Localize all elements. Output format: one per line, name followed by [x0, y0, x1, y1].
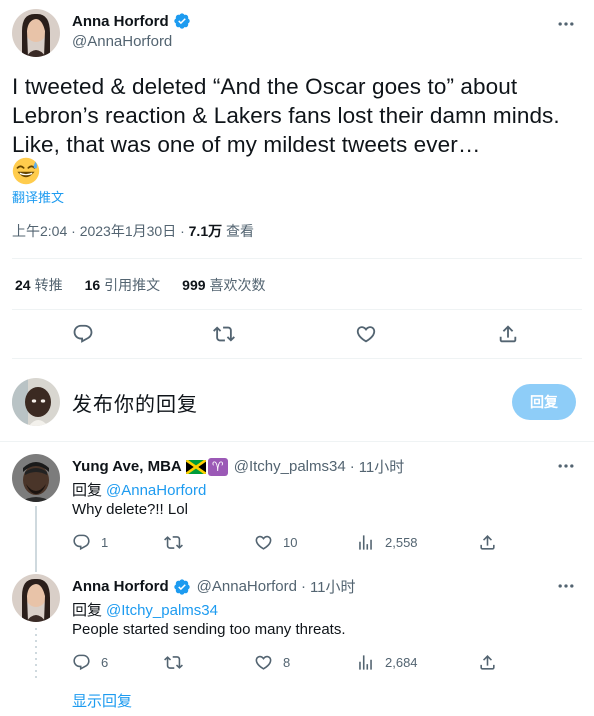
thread-line — [35, 562, 37, 572]
tweet-text: I tweeted & deleted “And the Oscar goes … — [12, 74, 560, 157]
reply-header: Yung Ave, MBA ♈ @Itchy_palms34 · 11小时 — [72, 456, 404, 477]
reply-button[interactable]: 回复 — [512, 384, 576, 420]
reply-actions: 6 8 2,684 — [72, 653, 502, 673]
replying-to: 回复 @AnnaHorford — [72, 479, 206, 500]
retweets-count: 24 — [15, 277, 31, 293]
retweet-button[interactable] — [164, 533, 183, 552]
jamaica-flag-icon — [185, 459, 206, 474]
retweet-icon — [164, 536, 183, 549]
quotes-label: 引用推文 — [104, 277, 161, 293]
reply-icon — [73, 534, 90, 551]
like-button[interactable]: 10 — [254, 533, 297, 552]
author-name-text[interactable]: Anna Horford — [72, 13, 169, 30]
retweets-stat[interactable]: 24 转推 — [15, 275, 63, 295]
more-options-icon[interactable] — [556, 456, 576, 476]
replying-to: 回复 @Itchy_palms34 — [72, 599, 218, 620]
likes-label: 喜欢次数 — [209, 277, 266, 293]
show-replies-link[interactable]: 显示回复 — [72, 690, 132, 711]
thread-line — [35, 506, 37, 564]
share-icon — [480, 655, 495, 670]
reply-time[interactable]: 11小时 — [310, 576, 356, 597]
author-avatar[interactable] — [12, 9, 60, 57]
retweets-label: 转推 — [34, 277, 63, 293]
reply-count-button[interactable]: 1 — [72, 533, 108, 552]
reply-author-name[interactable]: Anna Horford — [72, 578, 169, 595]
views-label: 查看 — [222, 223, 254, 239]
author-handle[interactable]: @AnnaHorford — [72, 33, 172, 50]
reply-author-handle[interactable]: @Itchy_palms34 — [234, 458, 346, 475]
retweet-button[interactable] — [164, 653, 183, 672]
divider — [12, 358, 582, 359]
views-chart-icon — [359, 655, 372, 670]
likes-stat[interactable]: 999 喜欢次数 — [182, 275, 265, 295]
reply-author-avatar[interactable] — [12, 454, 60, 502]
reply-count-button[interactable]: 6 — [72, 653, 108, 672]
views-button[interactable]: 2,684 — [356, 653, 418, 672]
tweet-meta: 上午2:04 · 2023年1月30日 · 7.1万 查看 — [12, 221, 254, 241]
replying-to-label: 回复 — [72, 602, 103, 619]
reply-time[interactable]: 11小时 — [359, 456, 405, 477]
reply-input[interactable]: 发布你的回复 — [72, 388, 198, 417]
replying-to-label: 回复 — [72, 482, 103, 499]
like-count: 10 — [283, 535, 298, 550]
tweet-stats: 24 转推 16 引用推文 999 喜欢次数 — [15, 275, 266, 295]
like-icon — [255, 655, 272, 670]
reply-icon[interactable] — [72, 323, 94, 345]
reply-tweet[interactable]: Anna Horford @AnnaHorford · 11小时 回复 @Itch… — [0, 562, 594, 682]
divider — [12, 258, 582, 259]
more-options-icon[interactable] — [556, 14, 576, 34]
reply-header: Anna Horford @AnnaHorford · 11小时 — [72, 576, 356, 597]
verified-badge-icon — [173, 578, 191, 596]
tweet-actions — [0, 320, 594, 348]
tweet-timestamp[interactable]: 上午2:04 · 2023年1月30日 · — [12, 223, 189, 239]
author-name[interactable]: Anna Horford — [72, 12, 191, 30]
views-button[interactable]: 2,558 — [356, 533, 418, 552]
sweat-smile-emoji-icon — [12, 157, 40, 185]
like-button[interactable]: 8 — [254, 653, 290, 672]
likes-count: 999 — [182, 277, 206, 293]
thread-dots — [35, 628, 37, 680]
reply-icon — [73, 654, 90, 671]
reply-text: People started sending too many threats. — [72, 621, 346, 638]
divider — [12, 309, 582, 310]
replying-to-handle[interactable]: @Itchy_palms34 — [106, 602, 218, 619]
reply-author-name[interactable]: Yung Ave, MBA — [72, 458, 182, 475]
retweet-icon[interactable] — [213, 323, 235, 345]
reply-actions: 1 10 2,558 — [72, 533, 502, 553]
separator-dot: · — [300, 578, 306, 595]
replying-to-handle[interactable]: @AnnaHorford — [106, 482, 206, 499]
like-count: 8 — [283, 655, 291, 670]
share-icon[interactable] — [497, 323, 519, 345]
views-chart-icon — [359, 535, 372, 550]
reply-text: Why delete?!! Lol — [72, 501, 188, 518]
views-count: 2,684 — [385, 655, 418, 670]
quotes-count: 16 — [84, 277, 101, 293]
views-count: 7.1万 — [188, 223, 223, 239]
views-count: 2,558 — [385, 535, 418, 550]
reply-tweet[interactable]: Yung Ave, MBA ♈ @Itchy_palms34 · 11小时 回复… — [0, 442, 594, 564]
reply-author-handle[interactable]: @AnnaHorford — [197, 578, 297, 595]
reply-author-avatar[interactable] — [12, 574, 60, 622]
retweet-icon — [164, 656, 183, 669]
reply-count: 6 — [101, 655, 109, 670]
current-user-avatar[interactable] — [12, 378, 60, 426]
more-options-icon[interactable] — [556, 576, 576, 596]
reply-count: 1 — [101, 535, 109, 550]
like-icon — [255, 535, 272, 550]
share-icon — [480, 535, 495, 550]
like-icon[interactable] — [355, 323, 377, 345]
share-button[interactable] — [478, 533, 497, 552]
separator-dot: · — [349, 458, 355, 475]
share-button[interactable] — [478, 653, 497, 672]
verified-badge-icon — [173, 12, 191, 30]
aries-emoji-icon: ♈ — [207, 457, 228, 476]
quotes-stat[interactable]: 16 引用推文 — [85, 275, 161, 295]
translate-link[interactable]: 翻译推文 — [12, 187, 64, 206]
